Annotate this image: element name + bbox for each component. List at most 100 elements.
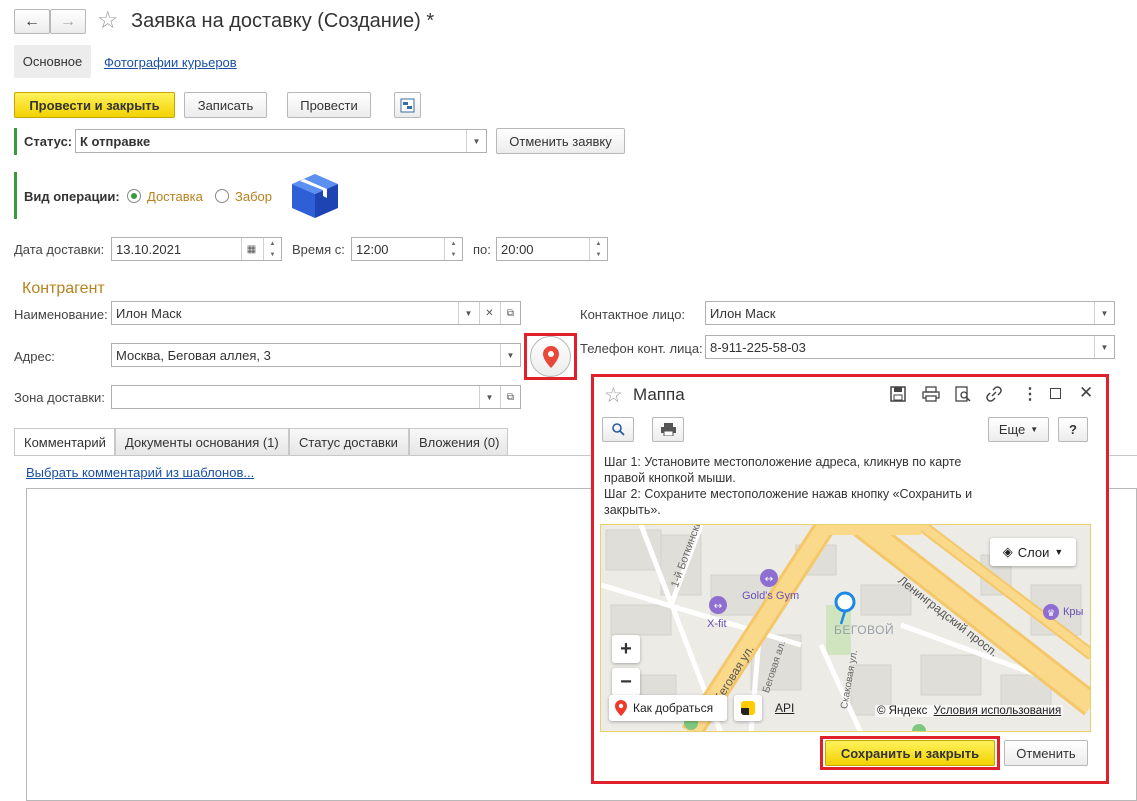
chevron-down-icon[interactable]: ▼ — [466, 130, 486, 152]
tab-attachments-label: Вложения (0) — [419, 434, 500, 450]
yandex-logo-icon[interactable] — [734, 695, 762, 721]
name-label: Наименование: — [14, 307, 108, 322]
time-to-value: 20:00 — [501, 241, 534, 257]
operation-label: Вид операции: — [24, 189, 120, 204]
time-to-stepper[interactable]: ▲ ▼ — [589, 238, 607, 260]
map-terms-link[interactable]: Условия использования — [934, 705, 1062, 717]
name-value: Илон Маск — [116, 305, 182, 321]
operation-accent-bar — [14, 172, 17, 219]
open-icon[interactable]: ⧉ — [500, 302, 520, 324]
printer-icon — [660, 423, 676, 436]
status-accent-bar — [14, 128, 17, 155]
more-button[interactable]: Еще ▼ — [988, 417, 1049, 442]
time-from-input[interactable]: 12:00 ▲ ▼ — [351, 237, 463, 261]
counterparty-section-title: Контрагент — [22, 280, 105, 297]
location-pin-icon[interactable] — [833, 591, 857, 628]
chevron-down-icon[interactable]: ▼ — [479, 386, 499, 408]
favorite-star-icon[interactable]: ☆ — [97, 6, 119, 35]
back-button[interactable]: ← — [14, 9, 50, 34]
open-map-button[interactable] — [530, 336, 571, 377]
tab-delivery-status[interactable]: Статус доставки — [289, 428, 409, 455]
radio-pickup-label[interactable]: Забор — [235, 189, 272, 204]
radio-delivery-label[interactable]: Доставка — [147, 189, 203, 204]
print-icon[interactable] — [922, 386, 940, 405]
time-from-value: 12:00 — [356, 241, 389, 257]
radio-delivery[interactable] — [127, 189, 141, 203]
contact-phone-input[interactable]: 8-911-225-58-03 ▼ — [705, 335, 1115, 359]
status-value: К отправке — [80, 133, 151, 149]
svg-text:♛: ♛ — [1047, 609, 1055, 619]
address-value: Москва, Беговая аллея, 3 — [116, 347, 271, 363]
radio-pickup[interactable] — [215, 189, 229, 203]
map-api-link[interactable]: API — [775, 701, 794, 715]
tab-comment[interactable]: Комментарий — [14, 428, 115, 456]
clear-icon[interactable]: ✕ — [479, 302, 499, 324]
tab-base-documents[interactable]: Документы основания (1) — [115, 428, 289, 455]
tab-courier-photos[interactable]: Фотографии курьеров — [104, 55, 237, 70]
more-button-label: Еще — [998, 422, 1026, 437]
map-layers-button[interactable]: ◈ Слои ▼ — [990, 538, 1076, 566]
delivery-date-input[interactable]: 13.10.2021 ▦ ▲ ▼ — [111, 237, 282, 261]
map-copyright: © Яндекс Условия использования — [875, 705, 1064, 717]
chevron-down-icon[interactable]: ▼ — [1094, 336, 1114, 358]
help-button[interactable]: ? — [1058, 417, 1088, 442]
close-icon[interactable]: ✕ — [1079, 383, 1093, 403]
date-stepper[interactable]: ▲ ▼ — [263, 238, 281, 260]
delivery-zone-input[interactable]: ▼ ⧉ — [111, 385, 521, 409]
post-button[interactable]: Провести — [287, 92, 371, 118]
report-icon — [400, 98, 415, 112]
map-layers-label: Слои — [1017, 544, 1050, 560]
chevron-down-icon[interactable]: ▼ — [458, 302, 478, 324]
layers-icon: ◈ — [1002, 544, 1013, 559]
save-button[interactable]: Записать — [184, 92, 267, 118]
save-icon[interactable] — [890, 386, 906, 405]
contact-phone-label: Телефон конт. лица: — [580, 341, 703, 356]
tab-main-label: Основное — [22, 54, 83, 69]
status-label: Статус: — [24, 134, 73, 149]
link-icon[interactable] — [986, 386, 1002, 405]
preview-icon[interactable] — [955, 386, 971, 405]
route-button[interactable]: Как добраться — [609, 695, 727, 721]
contact-person-input[interactable]: Илон Маск ▼ — [705, 301, 1115, 325]
forward-button[interactable]: → — [50, 9, 86, 34]
dialog-search-button[interactable] — [602, 417, 634, 442]
chevron-down-icon[interactable]: ▼ — [1094, 302, 1114, 324]
page-title: Заявка на доставку (Создание) * — [131, 10, 435, 32]
tab-base-documents-label: Документы основания (1) — [125, 434, 279, 450]
name-input[interactable]: Илон Маск ▼ ✕ ⧉ — [111, 301, 521, 325]
dialog-favorite-star-icon[interactable]: ☆ — [604, 383, 623, 408]
more-vertical-icon[interactable]: ⋮ — [1022, 384, 1038, 404]
tab-attachments[interactable]: Вложения (0) — [409, 428, 508, 455]
cancel-order-button[interactable]: Отменить заявку — [496, 128, 625, 154]
chevron-down-icon[interactable]: ▼ — [500, 344, 520, 366]
status-select[interactable]: К отправке ▼ — [75, 129, 487, 153]
tab-main[interactable]: Основное — [14, 45, 91, 78]
map-label-kr: Кры — [1063, 606, 1084, 618]
instruction-line: Шаг 1: Установите местоположение адреса,… — [604, 455, 962, 469]
map-container[interactable]: ↔ ↔ ♛ 1-й Боткинский Gold's Gym X-fit БЕ… — [600, 524, 1091, 732]
radio-dot — [131, 193, 137, 199]
dialog-cancel-button[interactable]: Отменить — [1004, 740, 1088, 766]
delivery-zone-label: Зона доставки: — [14, 390, 105, 405]
tab-delivery-status-label: Статус доставки — [299, 434, 398, 450]
save-and-close-button[interactable]: Сохранить и закрыть — [825, 740, 995, 766]
contact-person-value: Илон Маск — [710, 305, 776, 321]
post-and-close-button[interactable]: Провести и закрыть — [14, 92, 175, 118]
time-to-label: по: — [473, 242, 491, 257]
calendar-icon[interactable]: ▦ — [241, 238, 261, 260]
dialog-print-button[interactable] — [652, 417, 684, 442]
svg-text:↔: ↔ — [765, 574, 773, 585]
arrow-right-icon: → — [60, 12, 76, 30]
open-icon[interactable]: ⧉ — [500, 386, 520, 408]
address-input[interactable]: Москва, Беговая аллея, 3 ▼ — [111, 343, 521, 367]
time-from-stepper[interactable]: ▲ ▼ — [444, 238, 462, 260]
contact-person-label: Контактное лицо: — [580, 307, 686, 322]
time-to-input[interactable]: 20:00 ▲ ▼ — [496, 237, 608, 261]
report-button[interactable] — [394, 92, 421, 118]
comment-template-link[interactable]: Выбрать комментарий из шаблонов... — [26, 465, 254, 480]
maximize-icon[interactable] — [1050, 388, 1061, 399]
dialog-title: Маппа — [633, 385, 685, 404]
search-icon — [611, 423, 625, 436]
zoom-out-button[interactable]: − — [612, 668, 640, 696]
zoom-in-button[interactable]: + — [612, 635, 640, 663]
